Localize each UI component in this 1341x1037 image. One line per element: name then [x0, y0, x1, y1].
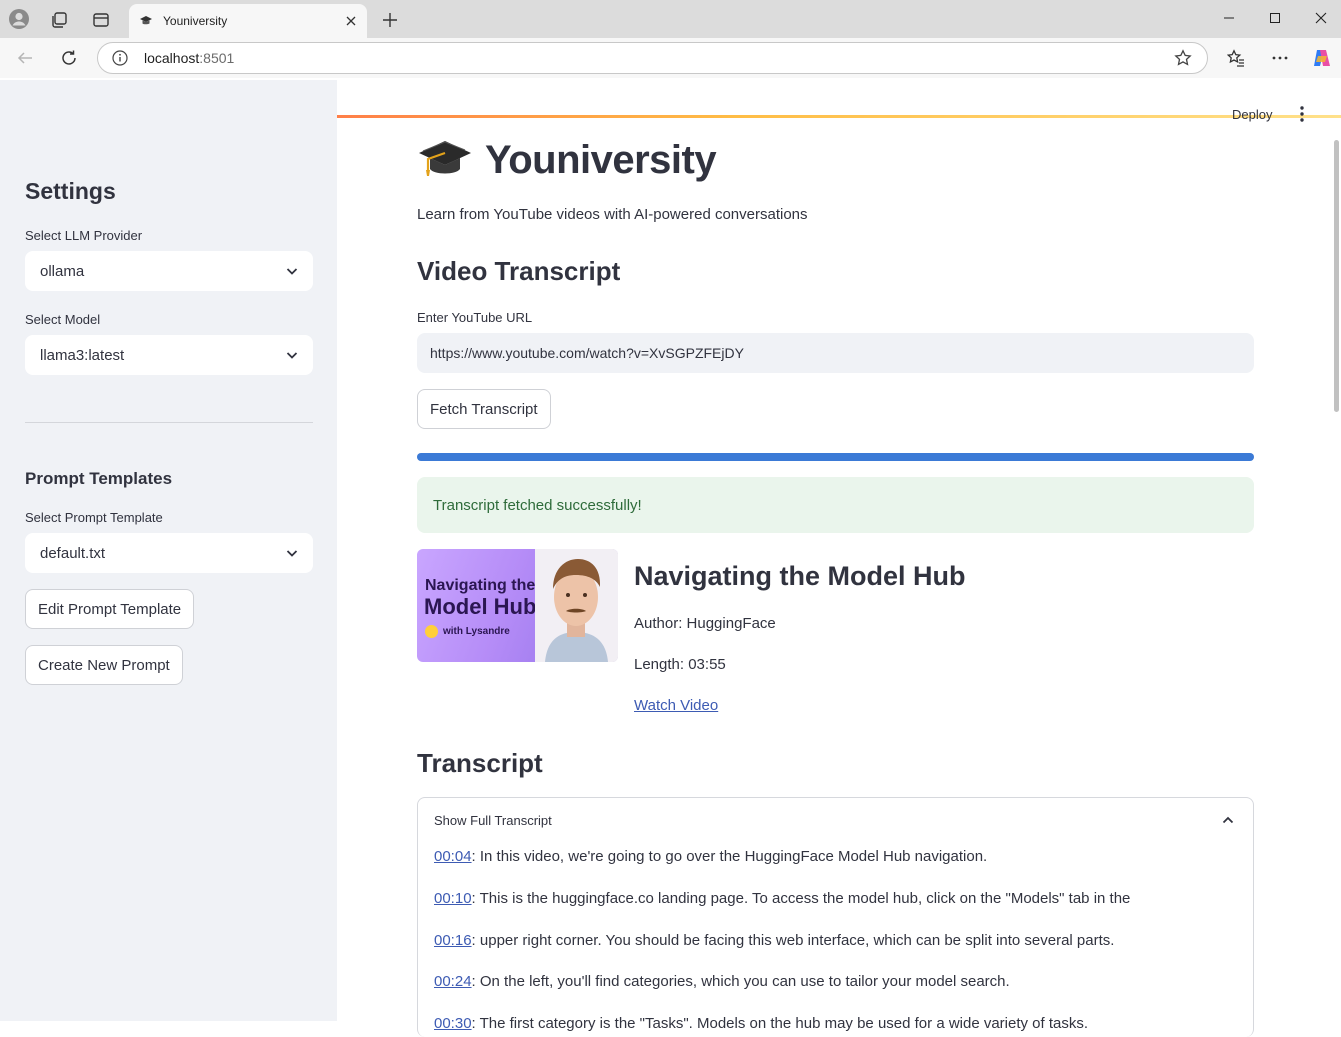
close-window-icon[interactable] [1298, 0, 1341, 36]
prompt-templates-heading: Prompt Templates [25, 469, 173, 488]
transcript-line: 00:16: upper right corner. You should be… [434, 932, 1114, 949]
watch-video-link[interactable]: Watch Video [634, 697, 718, 714]
model-label: Select Model [25, 312, 101, 327]
presenter-image [535, 549, 618, 662]
timestamp-link[interactable]: 00:10 [434, 890, 472, 907]
browser-tab-strip: Youniversity [0, 0, 1341, 38]
prompt-template-label: Select Prompt Template [25, 510, 163, 525]
page-title-row: Youniversity [417, 134, 717, 186]
copilot-icon[interactable] [1308, 44, 1336, 72]
chevron-down-icon [286, 352, 298, 359]
timestamp-link[interactable]: 00:04 [434, 848, 472, 865]
llm-provider-select[interactable]: ollama [25, 251, 313, 291]
sidebar-divider [25, 422, 313, 423]
graduation-cap-icon [140, 16, 152, 25]
model-select[interactable]: llama3:latest [25, 335, 313, 375]
thumbnail-text-line1: Navigating the [425, 577, 536, 594]
prompt-template-value: default.txt [40, 544, 106, 562]
maximize-icon[interactable] [1252, 0, 1298, 36]
transcript-text: : The first category is the "Tasks". Mod… [471, 1015, 1089, 1032]
youtube-url-input[interactable]: https://www.youtube.com/watch?v=XvSGPZFE… [417, 333, 1254, 373]
llm-provider-value: ollama [40, 262, 85, 280]
url-omnibox[interactable]: localhost:8501 [97, 42, 1208, 74]
settings-heading: Settings [25, 178, 116, 204]
timestamp-link[interactable]: 00:16 [434, 932, 472, 949]
prompt-template-select[interactable]: default.txt [25, 533, 313, 573]
url-text: localhost:8501 [144, 50, 234, 66]
show-full-transcript-toggle[interactable]: Show Full Transcript [434, 813, 552, 828]
thumbnail-text-line2: Model Hub [424, 594, 537, 619]
tab-actions-icon[interactable] [87, 6, 115, 34]
close-tab-icon[interactable] [343, 13, 359, 29]
create-new-prompt-button[interactable]: Create New Prompt [25, 645, 183, 685]
url-port: :8501 [199, 50, 235, 66]
main-menu-icon[interactable] [1292, 104, 1312, 124]
video-transcript-heading: Video Transcript [417, 256, 621, 286]
progress-bar [417, 453, 1254, 461]
graduation-cap-icon [419, 141, 471, 176]
transcript-line: 00:04: In this video, we're going to go … [434, 848, 987, 865]
url-host: localhost [144, 50, 200, 66]
scrollbar-thumb[interactable] [1334, 140, 1339, 412]
transcript-heading: Transcript [417, 748, 543, 778]
transcript-line: 00:24: On the left, you'll find categori… [434, 973, 1010, 990]
llm-provider-label: Select LLM Provider [25, 228, 143, 243]
chevron-down-icon [286, 268, 298, 275]
site-info-icon[interactable] [112, 50, 128, 66]
reload-icon[interactable] [55, 44, 83, 72]
transcript-expander: Show Full Transcript 00:04: In this vide… [417, 797, 1254, 1037]
workspaces-icon[interactable] [45, 6, 73, 34]
transcript-text: : This is the huggingface.co landing pag… [471, 890, 1131, 907]
video-title: Navigating the Model Hub [634, 561, 966, 591]
transcript-text: : upper right corner. You should be faci… [471, 932, 1115, 949]
success-alert: Transcript fetched successfully! [417, 477, 1254, 533]
new-tab-icon[interactable] [376, 6, 404, 34]
transcript-text: : In this video, we're going to go over … [471, 848, 988, 865]
profile-icon[interactable] [5, 5, 33, 33]
hugging-face-emoji-icon [425, 625, 438, 638]
favorites-icon[interactable] [1222, 44, 1250, 72]
deploy-button[interactable]: Deploy [1224, 102, 1280, 126]
video-length: Length: 03:55 [634, 656, 726, 673]
thumbnail-text-line3: with Lysandre [443, 626, 510, 637]
address-bar-row: localhost:8501 [0, 38, 1341, 118]
timestamp-link[interactable]: 00:24 [434, 973, 472, 990]
transcript-line: 00:30: The first category is the "Tasks"… [434, 1015, 1088, 1032]
browser-tab[interactable]: Youniversity [129, 4, 367, 38]
edit-prompt-template-button[interactable]: Edit Prompt Template [25, 589, 195, 629]
video-thumbnail: Navigating the Model Hub with Lysandre [417, 549, 618, 662]
timestamp-link[interactable]: 00:30 [434, 1015, 472, 1032]
transcript-text: : On the left, you'll find categories, w… [471, 973, 1010, 990]
back-icon[interactable] [11, 44, 39, 72]
chevron-up-icon[interactable] [1220, 812, 1236, 828]
more-options-icon[interactable] [1266, 44, 1294, 72]
youtube-url-label: Enter YouTube URL [417, 310, 533, 325]
fetch-transcript-button[interactable]: Fetch Transcript [417, 389, 551, 429]
sidebar: Settings Select LLM Provider ollama Sele… [0, 80, 337, 1021]
video-author: Author: HuggingFace [634, 615, 776, 632]
page-subtitle: Learn from YouTube videos with AI-powere… [417, 206, 808, 223]
transcript-line: 00:10: This is the huggingface.co landin… [434, 890, 1130, 907]
favorite-star-icon[interactable] [1169, 44, 1197, 72]
tab-title: Youniversity [163, 14, 228, 28]
page-title: Youniversity [485, 137, 717, 182]
progress-bar-fill [417, 453, 1254, 461]
minimize-icon[interactable] [1206, 0, 1252, 36]
chevron-down-icon [286, 550, 298, 557]
model-value: llama3:latest [40, 346, 125, 364]
